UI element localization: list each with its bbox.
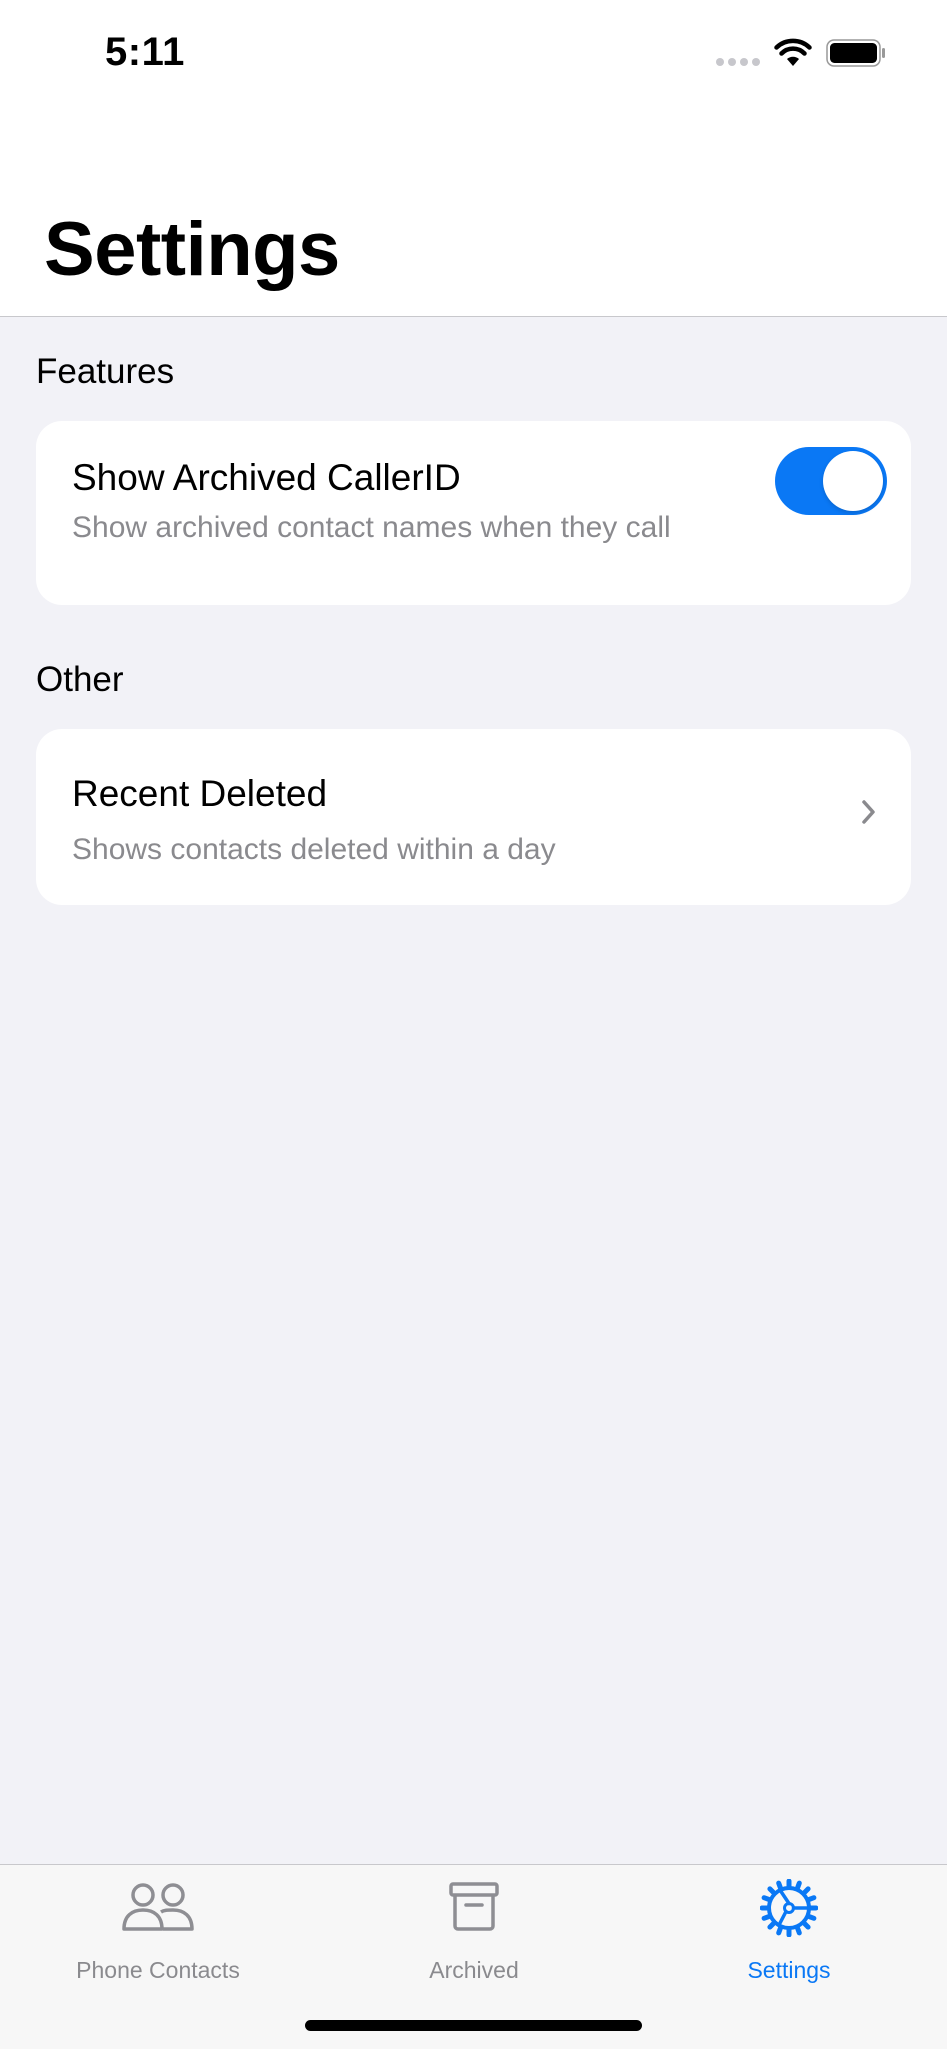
tab-label-settings: Settings [747, 1957, 831, 1983]
tab-label-phone-contacts: Phone Contacts [76, 1957, 240, 1983]
battery-icon [826, 39, 885, 67]
show-archived-callerid-subtitle: Show archived contact names when they ca… [72, 511, 671, 544]
archive-box-icon [449, 1882, 499, 1931]
show-archived-callerid-toggle[interactable] [775, 447, 887, 515]
features-card: Show Archived CallerID Show archived con… [36, 421, 911, 605]
navigation-header: Settings [0, 110, 947, 317]
tab-settings[interactable]: Settings [631, 1865, 947, 1995]
recent-deleted-subtitle: Shows contacts deleted within a day [72, 833, 556, 866]
chevron-right-icon [862, 800, 875, 824]
section-header-other: Other [36, 660, 124, 699]
home-indicator [305, 2020, 642, 2031]
tab-phone-contacts[interactable]: Phone Contacts [0, 1865, 316, 1995]
page-title: Settings [44, 207, 340, 292]
toggle-knob [823, 451, 883, 511]
wifi-icon [774, 38, 812, 66]
section-header-features: Features [36, 352, 175, 391]
cellular-signal-icon [716, 58, 760, 66]
person-2-icon [122, 1883, 194, 1931]
recent-deleted-row[interactable]: Recent Deleted Shows contacts deleted wi… [36, 729, 911, 905]
status-bar: 5:11 [0, 0, 947, 110]
show-archived-callerid-title: Show Archived CallerID [72, 457, 461, 498]
tab-archived[interactable]: Archived [316, 1865, 632, 1995]
status-time: 5:11 [105, 30, 185, 74]
tab-label-archived: Archived [429, 1957, 519, 1983]
gear-icon [760, 1879, 818, 1937]
recent-deleted-title: Recent Deleted [72, 773, 328, 814]
